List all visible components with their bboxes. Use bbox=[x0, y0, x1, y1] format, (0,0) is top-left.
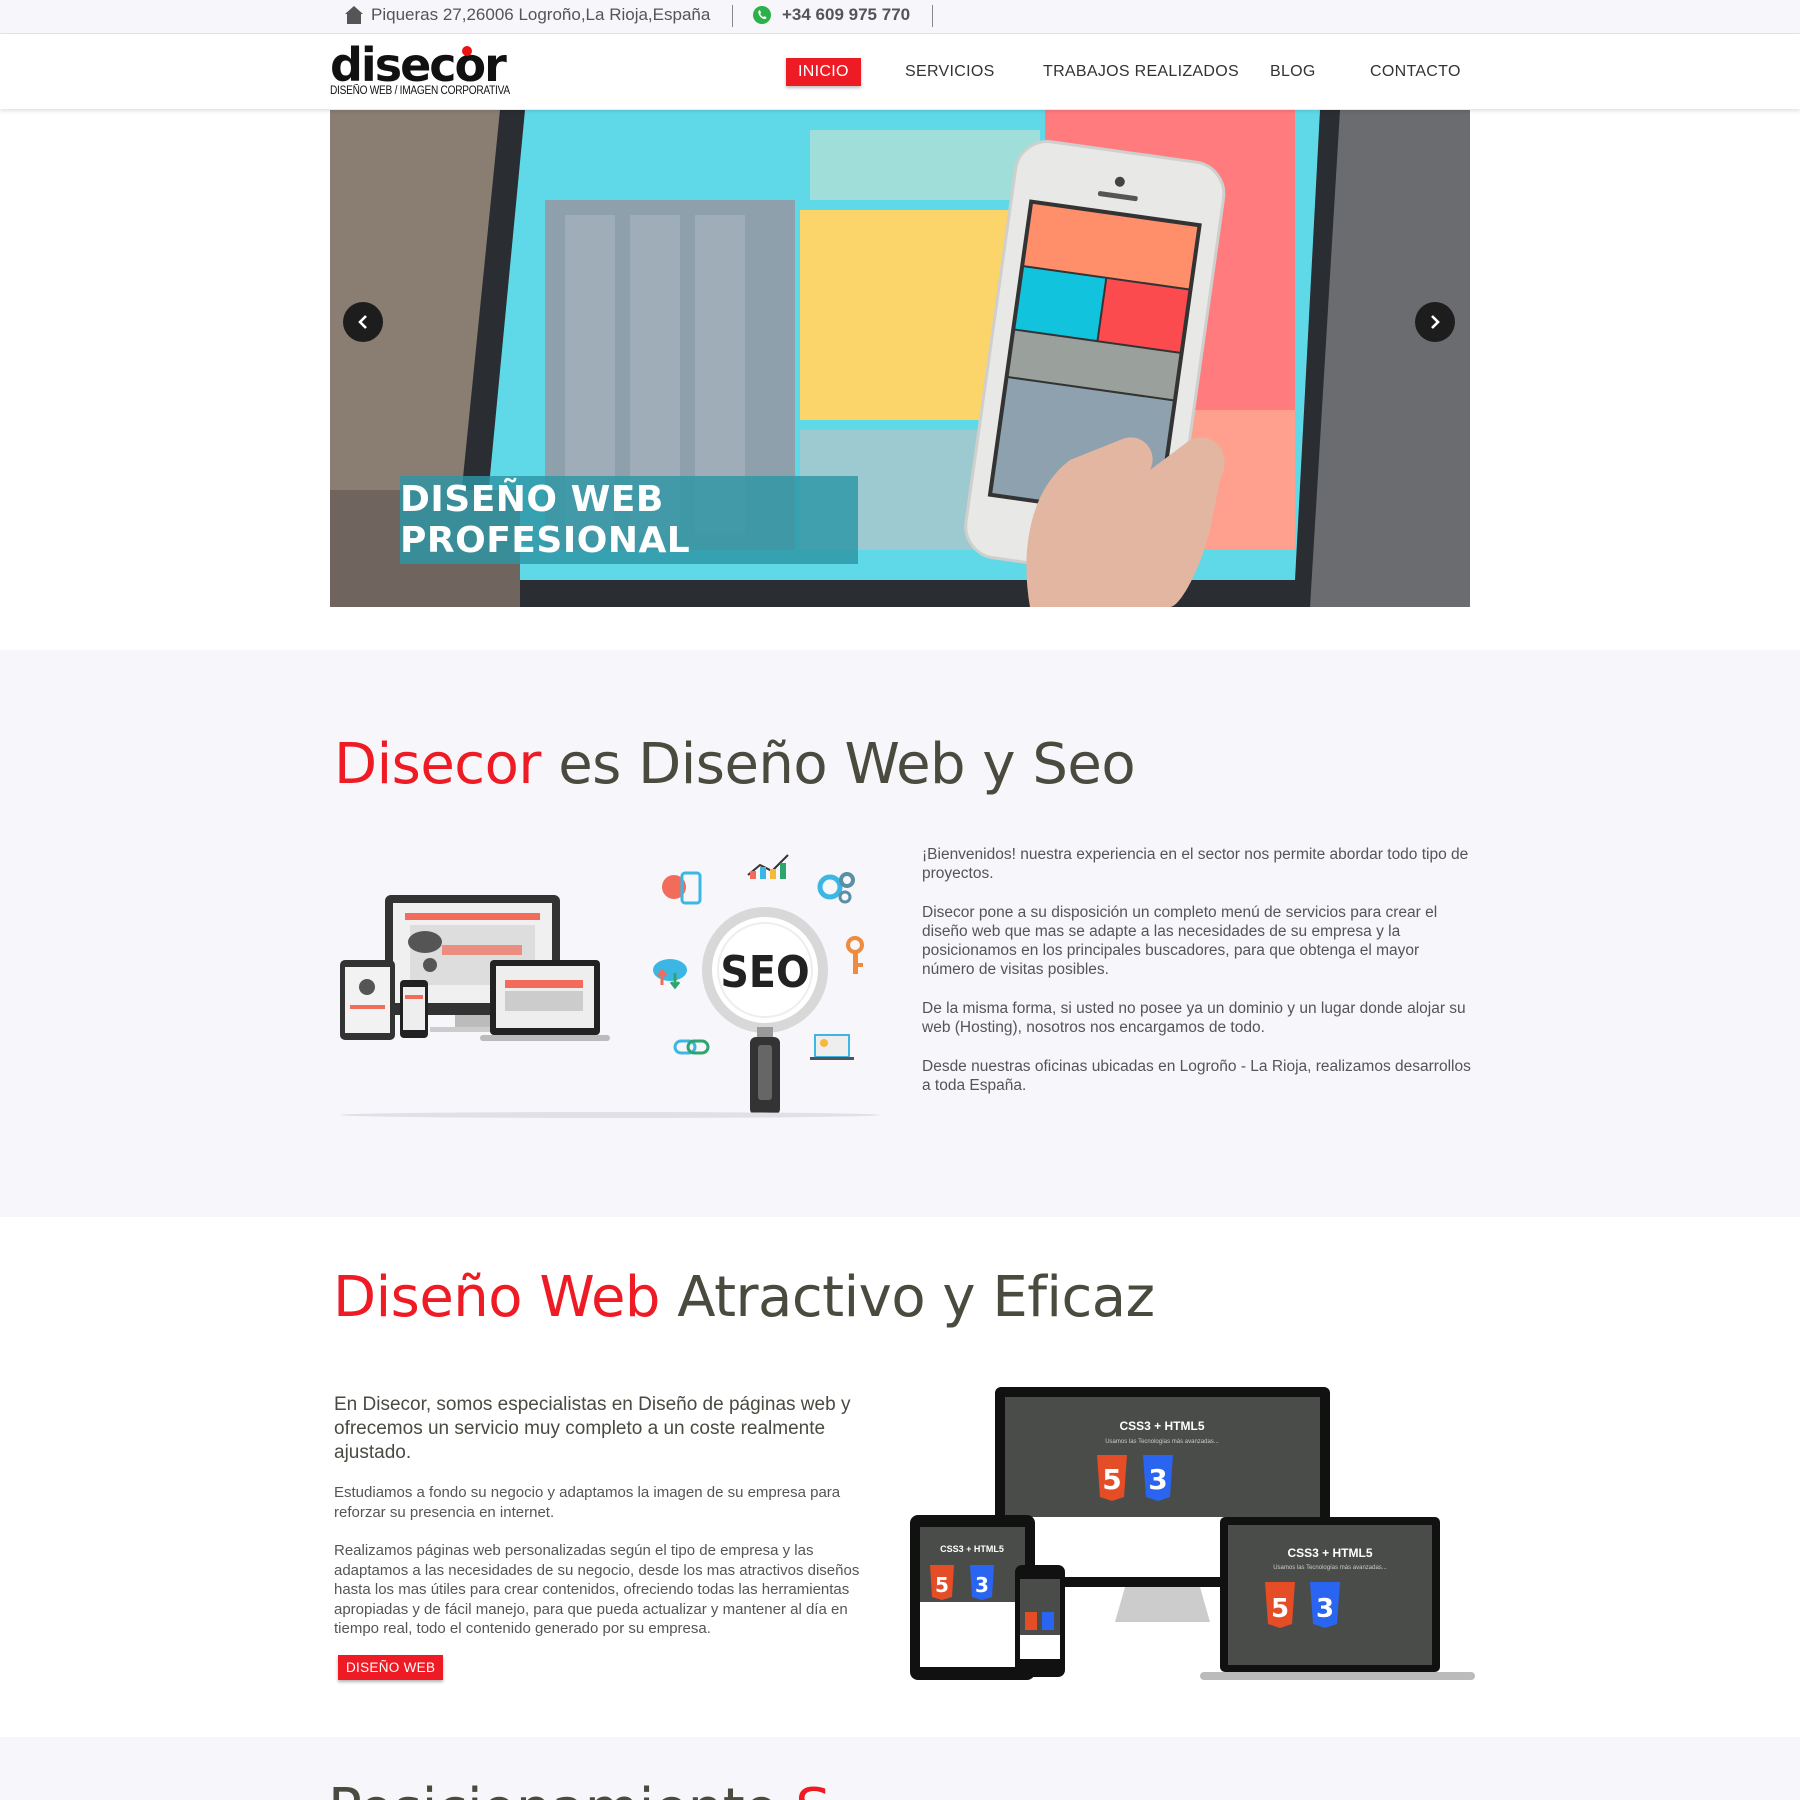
slider-prev-button[interactable] bbox=[343, 302, 383, 342]
css3-badge-text: 3 bbox=[1148, 1463, 1167, 1496]
divider bbox=[732, 5, 733, 27]
intro-title: Disecor es Diseño Web y Seo bbox=[334, 732, 1136, 797]
address-text: Piqueras 27,26006 Logroño,La Rioja,Españ… bbox=[371, 5, 711, 24]
nav-item-blog[interactable]: BLOG bbox=[1270, 63, 1316, 81]
nav-item-servicios[interactable]: SERVICIOS bbox=[905, 63, 995, 81]
hero-slider: DISEÑO WEB PROFESIONAL bbox=[330, 110, 1470, 607]
html5-badge-text: 5 bbox=[935, 1573, 949, 1597]
intro-paragraph: Disecor pone a su disposición un complet… bbox=[922, 904, 1438, 978]
logo[interactable]: disecor DISEÑO WEB / IMAGEN CORPORATIVA bbox=[330, 42, 510, 102]
nav-item-trabajos[interactable]: TRABAJOS REALIZADOS bbox=[1043, 63, 1239, 81]
intro-title-rest: es Diseño Web y Seo bbox=[540, 732, 1136, 797]
css3-badge-text: 3 bbox=[1316, 1594, 1334, 1624]
intro-text: ¡Bienvenidos! nuestra experiencia en el … bbox=[922, 845, 1474, 1115]
chevron-left-icon bbox=[358, 315, 367, 329]
home-icon bbox=[345, 6, 363, 24]
webdesign-button[interactable]: DISEÑO WEB bbox=[338, 1655, 444, 1680]
seo-illustration: SEO bbox=[340, 854, 880, 1118]
address: Piqueras 27,26006 Logroño,La Rioja,Españ… bbox=[344, 0, 710, 30]
responsive-devices-illustration: CSS3 + HTML5 Usamos las Tecnologías más … bbox=[910, 1387, 1475, 1680]
intro-paragraph: De la misma forma, si usted no posee ya … bbox=[922, 1000, 1466, 1036]
seo-title-rest: Posicionamiento bbox=[328, 1777, 795, 1800]
desktop-screen-title: CSS3 + HTML5 bbox=[1119, 1419, 1204, 1433]
phone-number[interactable]: +34 609 975 770 bbox=[782, 5, 910, 25]
webdesign-paragraph: Estudiamos a fondo su negocio y adaptamo… bbox=[334, 1484, 841, 1521]
seo-section: Posicionamiento S bbox=[0, 1737, 1800, 1800]
divider bbox=[932, 5, 933, 27]
intro-paragraph: ¡Bienvenidos! nuestra experiencia en el … bbox=[922, 846, 1469, 882]
webdesign-paragraph: Realizamos páginas web personalizadas se… bbox=[334, 1542, 860, 1637]
logo-tagline: DISEÑO WEB / IMAGEN CORPORATIVA bbox=[330, 85, 510, 97]
seo-label: SEO bbox=[720, 947, 809, 998]
site-header: disecor DISEÑO WEB / IMAGEN CORPORATIVA … bbox=[0, 34, 1800, 109]
whatsapp-icon bbox=[753, 6, 771, 24]
webdesign-lead: En Disecor, somos especialistas en Diseñ… bbox=[334, 1394, 851, 1463]
chevron-right-icon bbox=[1431, 315, 1440, 329]
slider-next-button[interactable] bbox=[1415, 302, 1455, 342]
intro-section: Disecor es Diseño Web y Seo SEO ¡Bienven… bbox=[0, 650, 1800, 1217]
laptop-screen-title: CSS3 + HTML5 bbox=[1287, 1546, 1372, 1560]
seo-title: Posicionamiento S bbox=[328, 1777, 831, 1800]
css3-badge-text: 3 bbox=[975, 1573, 989, 1597]
webdesign-text: Estudiamos a fondo su negocio y adaptamo… bbox=[334, 1483, 884, 1658]
slider-caption-text: DISEÑO WEB PROFESIONAL bbox=[400, 479, 691, 561]
logo-wordmark: disecor bbox=[330, 38, 507, 92]
phone[interactable]: +34 609 975 770 bbox=[752, 0, 910, 30]
intro-title-highlight: Disecor bbox=[334, 732, 541, 797]
nav-item-inicio[interactable]: INICIO bbox=[786, 58, 861, 86]
intro-paragraph: Desde nuestras oficinas ubicadas en Logr… bbox=[922, 1058, 1471, 1094]
logo-dot bbox=[462, 46, 472, 56]
seo-title-highlight: S bbox=[795, 1777, 831, 1800]
laptop-screen-subtitle: Usamos las Tecnologías más avanzadas... bbox=[1273, 1565, 1387, 1571]
webdesign-section: Diseño Web Atractivo y Eficaz En Disecor… bbox=[0, 1217, 1800, 1737]
webdesign-title: Diseño Web Atractivo y Eficaz bbox=[333, 1265, 1155, 1330]
tablet-screen-title: CSS3 + HTML5 bbox=[940, 1544, 1004, 1554]
webdesign-title-rest: Atractivo y Eficaz bbox=[659, 1265, 1155, 1330]
html5-badge-text: 5 bbox=[1271, 1594, 1289, 1624]
webdesign-title-highlight: Diseño Web bbox=[333, 1265, 660, 1330]
html5-badge-text: 5 bbox=[1102, 1463, 1121, 1496]
nav-item-contacto[interactable]: CONTACTO bbox=[1370, 63, 1461, 81]
desktop-screen-subtitle: Usamos las Tecnologías más avanzadas... bbox=[1105, 1439, 1219, 1445]
slider-caption: DISEÑO WEB PROFESIONAL bbox=[400, 476, 858, 564]
top-info-bar: Piqueras 27,26006 Logroño,La Rioja,Españ… bbox=[0, 0, 1800, 34]
